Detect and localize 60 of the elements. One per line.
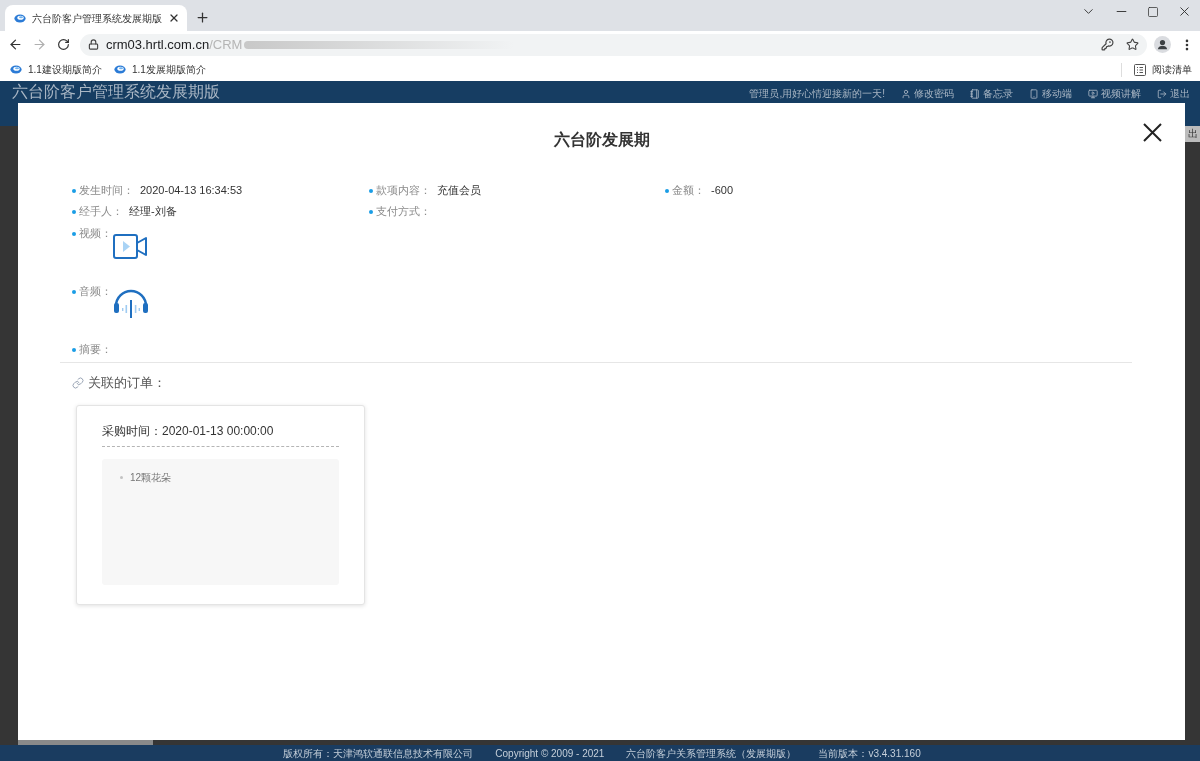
video-screen-icon: [1088, 88, 1098, 99]
header-link[interactable]: 视频讲解: [1088, 86, 1141, 101]
app-title: 六台阶客户管理系统发展期版: [12, 82, 220, 102]
header-link[interactable]: 退出: [1157, 86, 1190, 101]
link-icon: [72, 376, 84, 389]
swirl-favicon-icon: [10, 65, 22, 74]
footer-text: Copyright © 2009 - 2021: [495, 746, 605, 761]
reading-list-icon: [1134, 63, 1146, 76]
purchase-time: 采购时间：2020-01-13 00:00:00: [102, 422, 275, 440]
star-icon[interactable]: [1126, 38, 1140, 51]
field-label: 款项内容：: [376, 183, 431, 199]
window-close-icon[interactable]: [1177, 4, 1192, 19]
field-label: 金额：: [672, 183, 705, 199]
field-label: 发生时间：: [79, 183, 134, 199]
url-text: crm03.hrtl.com.cn/CRM: [105, 35, 243, 54]
notebook-icon: [970, 88, 980, 99]
swirl-favicon-icon: [14, 13, 26, 23]
lock-icon: [87, 39, 99, 50]
video-camera-icon[interactable]: [113, 234, 148, 259]
section-title: 关联的订单：: [88, 374, 166, 392]
browser-tab[interactable]: 六台阶客户管理系统发展期版: [5, 5, 187, 31]
reload-icon[interactable]: [56, 38, 70, 51]
profile-avatar-icon[interactable]: [1154, 36, 1172, 53]
header-link[interactable]: 移动端: [1029, 86, 1072, 101]
user-icon: [901, 88, 911, 99]
footer-text: 六台阶客户关系管理系统（发展期版）: [626, 746, 797, 761]
field-label: 经手人：: [79, 204, 123, 220]
field-label: 支付方式：: [376, 204, 431, 220]
field-value: 经理-刘备: [129, 204, 177, 220]
close-tab-icon[interactable]: [168, 12, 180, 24]
address-field[interactable]: crm03.hrtl.com.cn/CRM: [79, 33, 1148, 56]
headphones-icon[interactable]: [113, 288, 149, 318]
field-label: 摘要：: [79, 342, 112, 358]
footer-text: 当前版本：v3.4.31.160: [818, 746, 921, 761]
reading-list-button[interactable]: 阅读清单: [1134, 62, 1192, 77]
key-icon[interactable]: [1101, 38, 1115, 51]
field-value: 充值会员: [437, 183, 481, 199]
bookmark-link[interactable]: 1.1发展期版简介: [113, 62, 206, 77]
close-icon[interactable]: [1143, 123, 1162, 142]
back-arrow-icon[interactable]: [8, 37, 23, 52]
header-link[interactable]: 备忘录: [970, 86, 1013, 101]
smartphone-icon: [1029, 88, 1039, 99]
logout-icon: [1157, 88, 1167, 99]
order-item: 12颗花朵: [130, 470, 172, 485]
scrollbar-thumb[interactable]: [18, 740, 153, 745]
field-value: 2020-04-13 16:34:53: [140, 183, 243, 199]
swirl-favicon-icon: [113, 65, 126, 74]
header-link[interactable]: 修改密码: [901, 86, 954, 101]
new-tab-icon[interactable]: [195, 10, 210, 25]
bookmark-link[interactable]: 1.1建设期版简介: [10, 62, 102, 77]
footer-text: 版权所有：天津鸿软通联信息技术有限公司: [283, 746, 474, 761]
field-label: 音频：: [79, 284, 112, 300]
greeting-text: 管理员,用好心情迎接新的一天!: [749, 87, 885, 101]
modal-title: 六台阶发展期: [553, 130, 650, 150]
export-button-fragment[interactable]: 出: [1185, 126, 1200, 142]
list-bullet-icon: [120, 475, 123, 479]
field-label: 视频：: [79, 226, 112, 242]
tab-title: 六台阶客户管理系统发展期版: [32, 11, 162, 26]
maximize-icon[interactable]: [1147, 6, 1159, 18]
field-value: -600: [711, 183, 734, 199]
